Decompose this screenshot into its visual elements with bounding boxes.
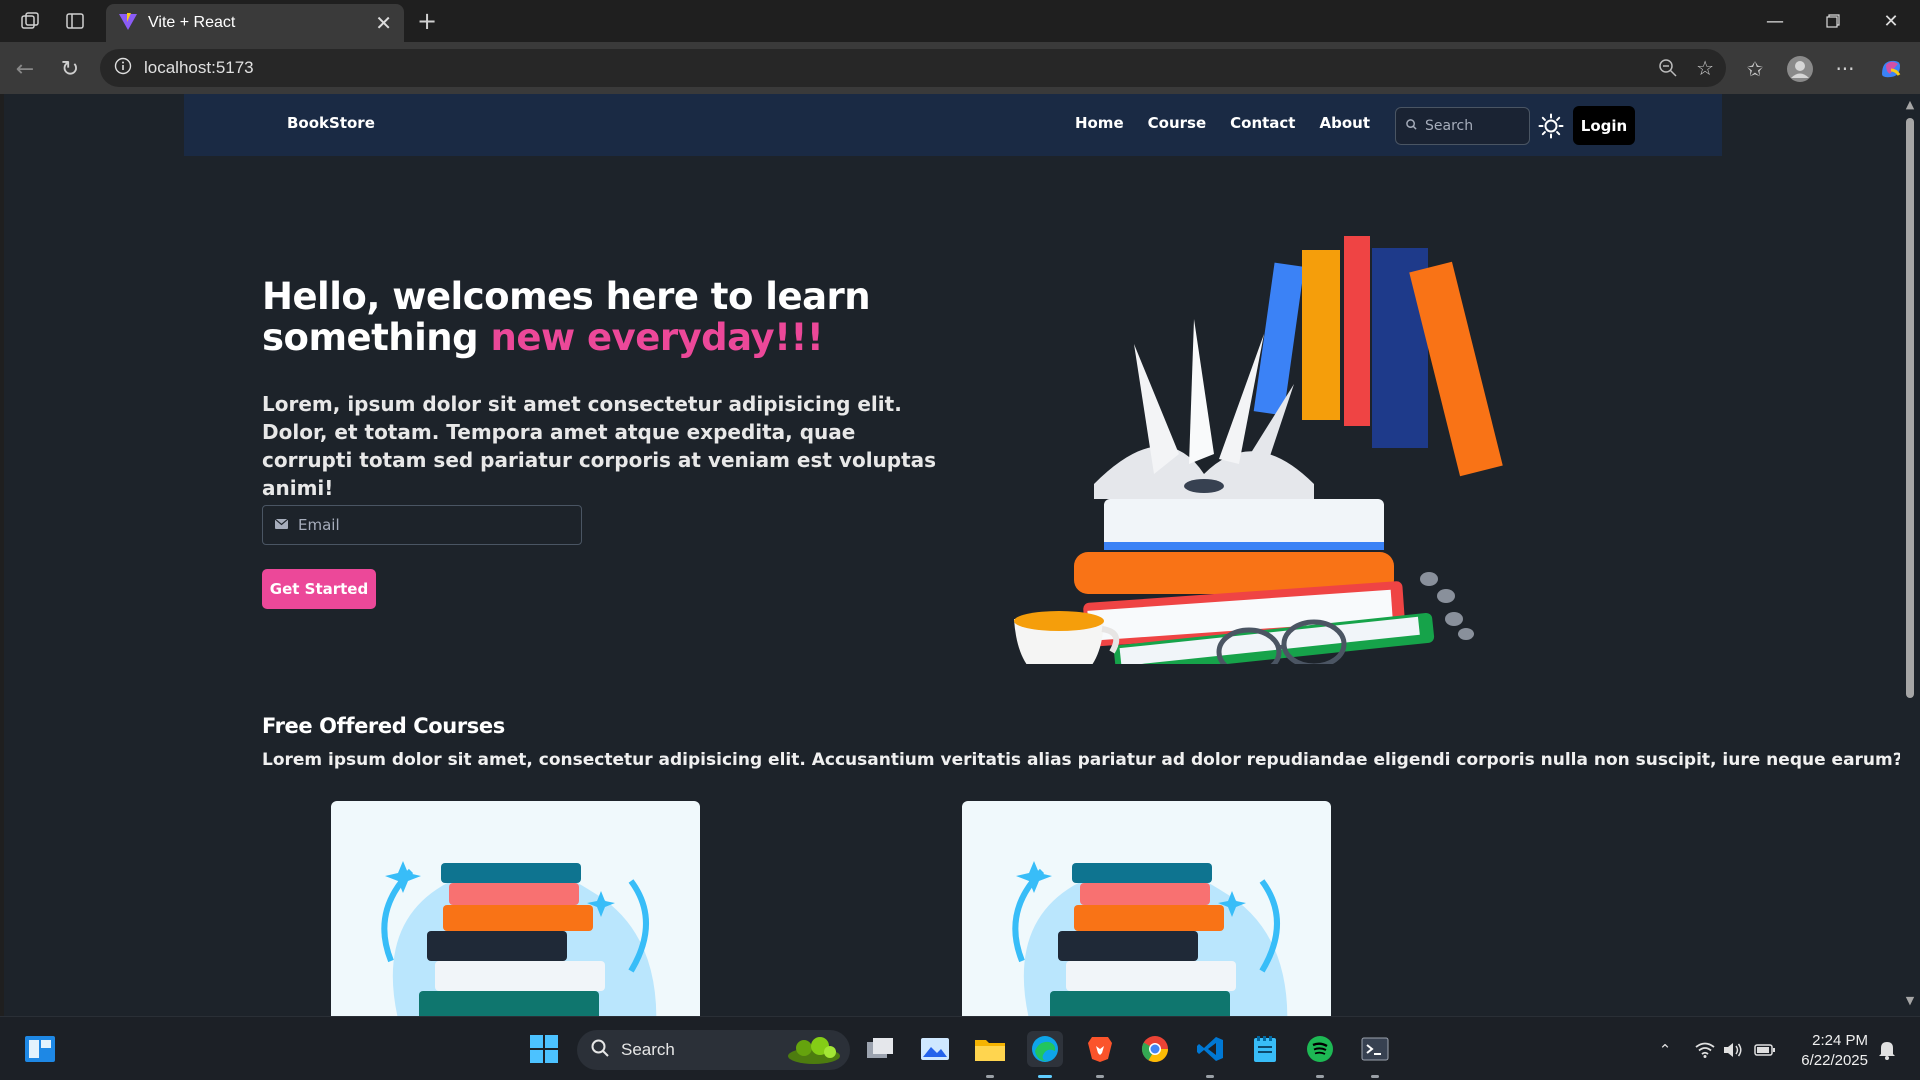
zoom-icon[interactable]	[1658, 58, 1678, 83]
search-placeholder: Search	[1425, 118, 1474, 134]
system-clock[interactable]: 2:24 PM 6/22/2025	[1790, 1031, 1868, 1071]
browser-tab-bar: Vite + React ✕ + — ✕	[0, 0, 1920, 42]
search-icon	[1406, 119, 1417, 133]
back-icon[interactable]: ←	[10, 54, 40, 84]
scroll-up-icon[interactable]: ▲	[1904, 98, 1916, 111]
nav-contact[interactable]: Contact	[1230, 114, 1295, 132]
search-highlight-icon	[786, 1036, 842, 1068]
notification-bell-icon[interactable]	[1876, 1039, 1898, 1061]
volume-icon[interactable]	[1722, 1039, 1744, 1061]
favorites-icon[interactable]: ✩	[1740, 54, 1770, 84]
url-text: localhost:5173	[144, 58, 254, 77]
file-explorer-icon[interactable]	[972, 1031, 1008, 1067]
running-indicator	[1206, 1075, 1214, 1078]
photos-icon[interactable]	[917, 1031, 953, 1067]
scroll-thumb[interactable]	[1906, 118, 1914, 698]
clock-time: 2:24 PM	[1812, 1032, 1868, 1049]
new-tab-icon[interactable]: +	[414, 7, 440, 35]
chevron-up-icon[interactable]: ⌃	[1654, 1039, 1676, 1061]
page-viewport: BookStore Home Course Contact About Sear…	[4, 94, 1900, 1016]
profile-avatar-icon[interactable]	[1785, 54, 1815, 84]
refresh-icon[interactable]: ↻	[55, 54, 85, 84]
more-options-icon[interactable]: ···	[1830, 54, 1860, 84]
courses-section-description: Lorem ipsum dolor sit amet, consectetur …	[262, 750, 1900, 770]
task-view-icon[interactable]	[862, 1031, 898, 1067]
search-icon	[591, 1039, 609, 1061]
running-indicator	[986, 1075, 994, 1078]
email-placeholder: Email	[298, 516, 340, 534]
copilot-icon[interactable]	[1876, 54, 1906, 84]
course-card-books-illustration	[381, 861, 657, 1016]
hero-title-line1: Hello, welcomes here to learn	[262, 275, 871, 318]
close-window-icon[interactable]: ✕	[1868, 6, 1914, 36]
hero-description: Lorem, ipsum dolor sit amet consectetur …	[262, 392, 937, 500]
address-toolbar: ← ↻ localhost:5173 ☆ ✩ ···	[0, 42, 1920, 94]
nav-about[interactable]: About	[1319, 114, 1370, 132]
start-icon[interactable]	[526, 1031, 562, 1067]
hero-books-illustration	[1014, 224, 1524, 733]
running-indicator	[1371, 1075, 1379, 1078]
active-tab[interactable]: Vite + React ✕	[106, 4, 404, 42]
page-scrollbar[interactable]: ▲ ▼	[1900, 94, 1920, 1016]
nav-course[interactable]: Course	[1148, 114, 1207, 132]
workspaces-icon[interactable]	[17, 8, 43, 34]
course-card[interactable]	[331, 801, 700, 1016]
site-search-input[interactable]: Search	[1395, 107, 1530, 145]
edge-icon[interactable]	[1027, 1031, 1063, 1067]
vscode-icon[interactable]	[1192, 1031, 1228, 1067]
notepad-icon[interactable]	[1247, 1031, 1283, 1067]
terminal-icon[interactable]	[1357, 1031, 1393, 1067]
brand-logo[interactable]: BookStore	[287, 114, 375, 132]
running-indicator	[1096, 1075, 1104, 1078]
login-button[interactable]: Login	[1573, 106, 1635, 145]
vertical-tabs-icon[interactable]	[62, 8, 88, 34]
get-started-button[interactable]: Get Started	[262, 569, 376, 609]
nav-home[interactable]: Home	[1075, 114, 1124, 132]
email-input[interactable]: Email	[262, 505, 582, 545]
favorite-star-icon[interactable]: ☆	[1696, 56, 1714, 80]
sun-icon[interactable]	[1536, 111, 1566, 141]
windows-taskbar: Search ⌃ 2:24 PM 6/22/2025	[0, 1016, 1920, 1080]
site-info-icon[interactable]	[114, 57, 132, 79]
nav-links: Home Course Contact About	[1075, 114, 1370, 132]
hero-title: Hello, welcomes here to learn something …	[262, 276, 982, 358]
running-indicator	[1316, 1075, 1324, 1078]
battery-icon[interactable]	[1754, 1039, 1776, 1061]
hero-title-line2: something	[262, 316, 491, 359]
address-field[interactable]: localhost:5173 ☆	[100, 49, 1726, 87]
chrome-icon[interactable]	[1137, 1031, 1173, 1067]
brave-icon[interactable]	[1082, 1031, 1118, 1067]
scroll-down-icon[interactable]: ▼	[1904, 994, 1916, 1007]
course-card-books-illustration	[1012, 861, 1288, 1016]
courses-section-title: Free Offered Courses	[262, 714, 505, 738]
hero-title-accent: new everyday!!!	[490, 316, 824, 359]
spotify-icon[interactable]	[1302, 1031, 1338, 1067]
taskbar-search-label: Search	[621, 1040, 675, 1059]
wifi-icon[interactable]	[1694, 1039, 1716, 1061]
taskbar-search[interactable]: Search	[577, 1030, 850, 1070]
running-indicator	[1038, 1075, 1052, 1078]
envelope-icon	[274, 518, 289, 532]
clock-date: 6/22/2025	[1801, 1052, 1868, 1069]
site-navbar: BookStore Home Course Contact About Sear…	[184, 94, 1722, 156]
vite-icon	[118, 11, 138, 35]
widgets-icon[interactable]	[22, 1031, 58, 1067]
restore-icon[interactable]	[1810, 6, 1856, 36]
close-tab-icon[interactable]: ✕	[375, 11, 392, 35]
course-card[interactable]	[962, 801, 1331, 1016]
minimize-icon[interactable]: —	[1752, 6, 1798, 36]
tab-title: Vite + React	[148, 14, 236, 31]
